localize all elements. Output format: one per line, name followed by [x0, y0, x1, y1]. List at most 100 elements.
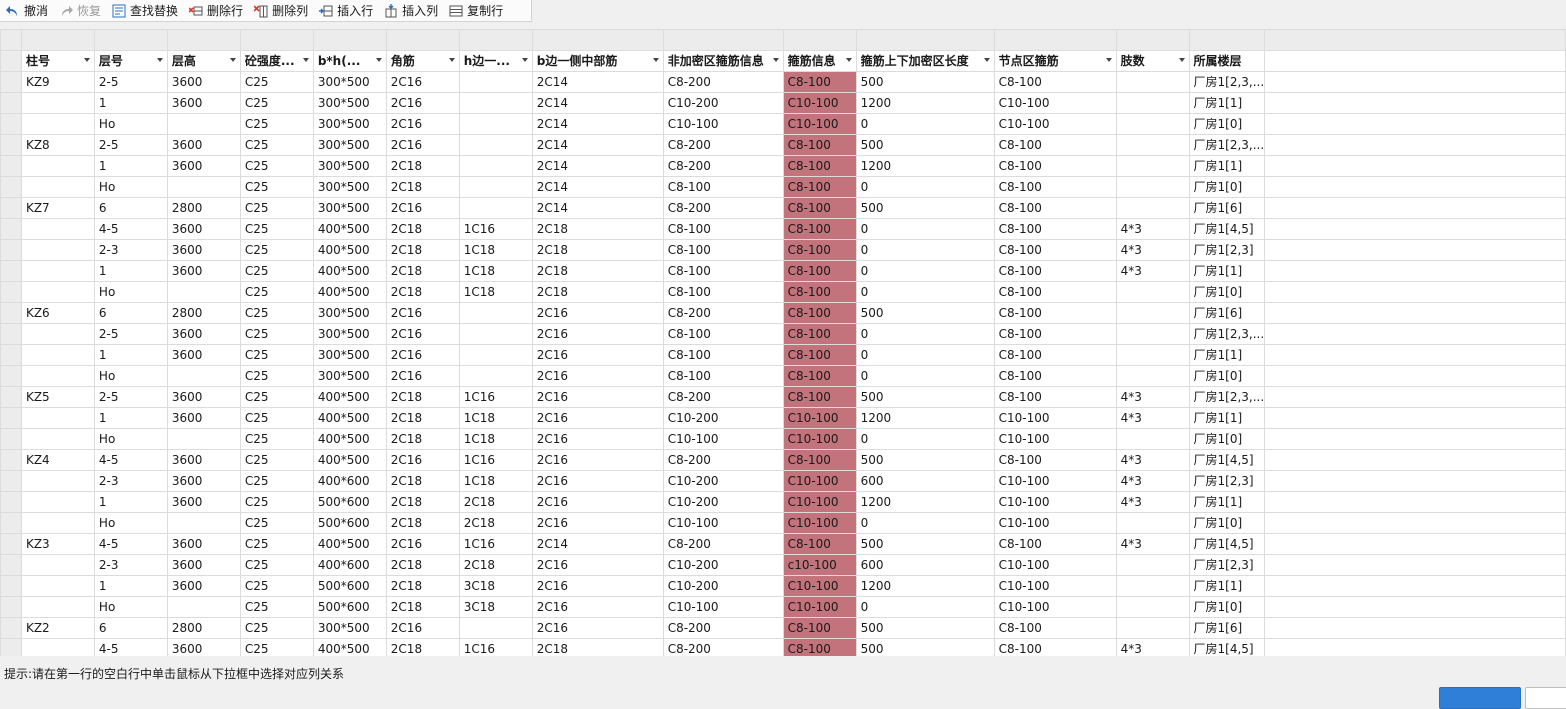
- table-cell[interactable]: 2C16: [385, 365, 460, 387]
- dropdown-caret-icon[interactable]: [448, 58, 455, 62]
- table-cell[interactable]: 3600: [166, 407, 241, 429]
- table-cell[interactable]: 500: [855, 134, 995, 156]
- table-cell[interactable]: Ho: [93, 176, 168, 198]
- table-cell[interactable]: [20, 281, 95, 303]
- table-cell[interactable]: 1C18: [458, 239, 533, 261]
- table-cell[interactable]: [20, 470, 95, 492]
- table-cell[interactable]: 厂房1[1]: [1188, 491, 1266, 513]
- table-cell[interactable]: 厂房1[2,3]: [1188, 554, 1266, 576]
- table-cell[interactable]: 400*500: [312, 407, 387, 429]
- table-cell[interactable]: 4*3: [1115, 470, 1190, 492]
- table-cell[interactable]: 2-5: [93, 386, 168, 408]
- table-cell[interactable]: 500: [855, 386, 995, 408]
- table-cell[interactable]: C25: [239, 113, 314, 135]
- table-cell[interactable]: 2C16: [385, 323, 460, 345]
- row-header-cell[interactable]: [0, 323, 22, 345]
- table-cell[interactable]: 厂房1[2,3,...: [1188, 386, 1266, 408]
- table-cell[interactable]: 2-5: [93, 323, 168, 345]
- table-cell[interactable]: 2C18: [385, 239, 460, 261]
- table-cell[interactable]: C8-200: [662, 638, 784, 656]
- table-cell[interactable]: 4-5: [93, 638, 168, 656]
- table-cell[interactable]: 400*500: [312, 260, 387, 282]
- mapping-cell[interactable]: [1115, 29, 1190, 51]
- table-cell[interactable]: 2C14: [531, 533, 664, 555]
- table-cell[interactable]: 2C16: [385, 533, 460, 555]
- table-cell[interactable]: [458, 197, 533, 219]
- table-cell[interactable]: 厂房1[1]: [1188, 575, 1266, 597]
- column-header[interactable]: 砼强度...: [239, 50, 314, 72]
- table-cell[interactable]: C10-200: [662, 554, 784, 576]
- table-cell[interactable]: 1: [93, 575, 168, 597]
- table-cell[interactable]: 2C16: [385, 92, 460, 114]
- dropdown-caret-icon[interactable]: [772, 58, 779, 62]
- column-header[interactable]: b边一侧中部筋: [531, 50, 664, 72]
- mapping-cell[interactable]: [93, 29, 168, 51]
- table-cell[interactable]: [1115, 575, 1190, 597]
- table-cell[interactable]: C25: [239, 239, 314, 261]
- table-cell[interactable]: 2C14: [531, 197, 664, 219]
- row-header-cell[interactable]: [0, 302, 22, 324]
- table-cell[interactable]: c10-100: [782, 554, 857, 576]
- table-cell[interactable]: 2C18: [385, 554, 460, 576]
- table-cell[interactable]: C8-100: [662, 365, 784, 387]
- row-header-cell[interactable]: [0, 176, 22, 198]
- table-cell[interactable]: 2C18: [385, 491, 460, 513]
- table-cell[interactable]: [20, 512, 95, 534]
- table-cell[interactable]: 6: [93, 197, 168, 219]
- table-cell[interactable]: [1115, 92, 1190, 114]
- table-cell[interactable]: 厂房1[0]: [1188, 596, 1266, 618]
- row-header-cell[interactable]: [0, 71, 22, 93]
- table-cell[interactable]: 3600: [166, 323, 241, 345]
- table-cell[interactable]: 1200: [855, 155, 995, 177]
- mapping-cell[interactable]: [1188, 29, 1266, 51]
- table-cell[interactable]: [458, 176, 533, 198]
- table-cell[interactable]: C10-100: [662, 428, 784, 450]
- table-cell[interactable]: C10-100: [993, 113, 1117, 135]
- table-cell[interactable]: 2C16: [531, 407, 664, 429]
- table-cell[interactable]: 2-5: [93, 134, 168, 156]
- table-cell[interactable]: 500*600: [312, 512, 387, 534]
- table-cell[interactable]: C10-100: [993, 470, 1117, 492]
- table-cell[interactable]: 2C16: [385, 197, 460, 219]
- table-cell[interactable]: 400*600: [312, 470, 387, 492]
- column-header[interactable]: 层号: [93, 50, 168, 72]
- table-cell[interactable]: 厂房1[4,5]: [1188, 449, 1266, 471]
- table-cell[interactable]: [1115, 281, 1190, 303]
- table-cell[interactable]: 1: [93, 260, 168, 282]
- mapping-cell[interactable]: [855, 29, 995, 51]
- table-cell[interactable]: 300*500: [312, 71, 387, 93]
- table-cell[interactable]: C10-100: [782, 92, 857, 114]
- column-header[interactable]: 柱号: [20, 50, 95, 72]
- table-cell[interactable]: C8-100: [782, 386, 857, 408]
- table-cell[interactable]: C10-200: [662, 575, 784, 597]
- dropdown-caret-icon[interactable]: [302, 58, 309, 62]
- table-cell[interactable]: 2C18: [385, 260, 460, 282]
- table-cell[interactable]: C25: [239, 491, 314, 513]
- table-cell[interactable]: 2C18: [531, 260, 664, 282]
- table-cell[interactable]: 2C18: [458, 512, 533, 534]
- table-cell[interactable]: [1115, 554, 1190, 576]
- table-cell[interactable]: C8-100: [782, 197, 857, 219]
- table-cell[interactable]: C8-100: [662, 260, 784, 282]
- table-cell[interactable]: C8-100: [782, 176, 857, 198]
- table-cell[interactable]: 500: [855, 638, 995, 656]
- table-cell[interactable]: KZ4: [20, 449, 95, 471]
- table-cell[interactable]: 2C16: [531, 575, 664, 597]
- table-cell[interactable]: C10-100: [782, 113, 857, 135]
- row-header-cell[interactable]: [0, 512, 22, 534]
- table-cell[interactable]: 3600: [166, 344, 241, 366]
- table-cell[interactable]: 2800: [166, 617, 241, 639]
- table-cell[interactable]: [166, 512, 241, 534]
- table-cell[interactable]: C25: [239, 218, 314, 240]
- table-cell[interactable]: [458, 617, 533, 639]
- table-cell[interactable]: 厂房1[4,5]: [1188, 218, 1266, 240]
- table-cell[interactable]: [458, 71, 533, 93]
- table-cell[interactable]: C25: [239, 176, 314, 198]
- table-cell[interactable]: [1115, 365, 1190, 387]
- table-cell[interactable]: C8-100: [662, 323, 784, 345]
- table-cell[interactable]: C8-100: [782, 134, 857, 156]
- table-cell[interactable]: 厂房1[2,3]: [1188, 239, 1266, 261]
- table-cell[interactable]: C25: [239, 365, 314, 387]
- table-cell[interactable]: 1200: [855, 92, 995, 114]
- table-cell[interactable]: [458, 365, 533, 387]
